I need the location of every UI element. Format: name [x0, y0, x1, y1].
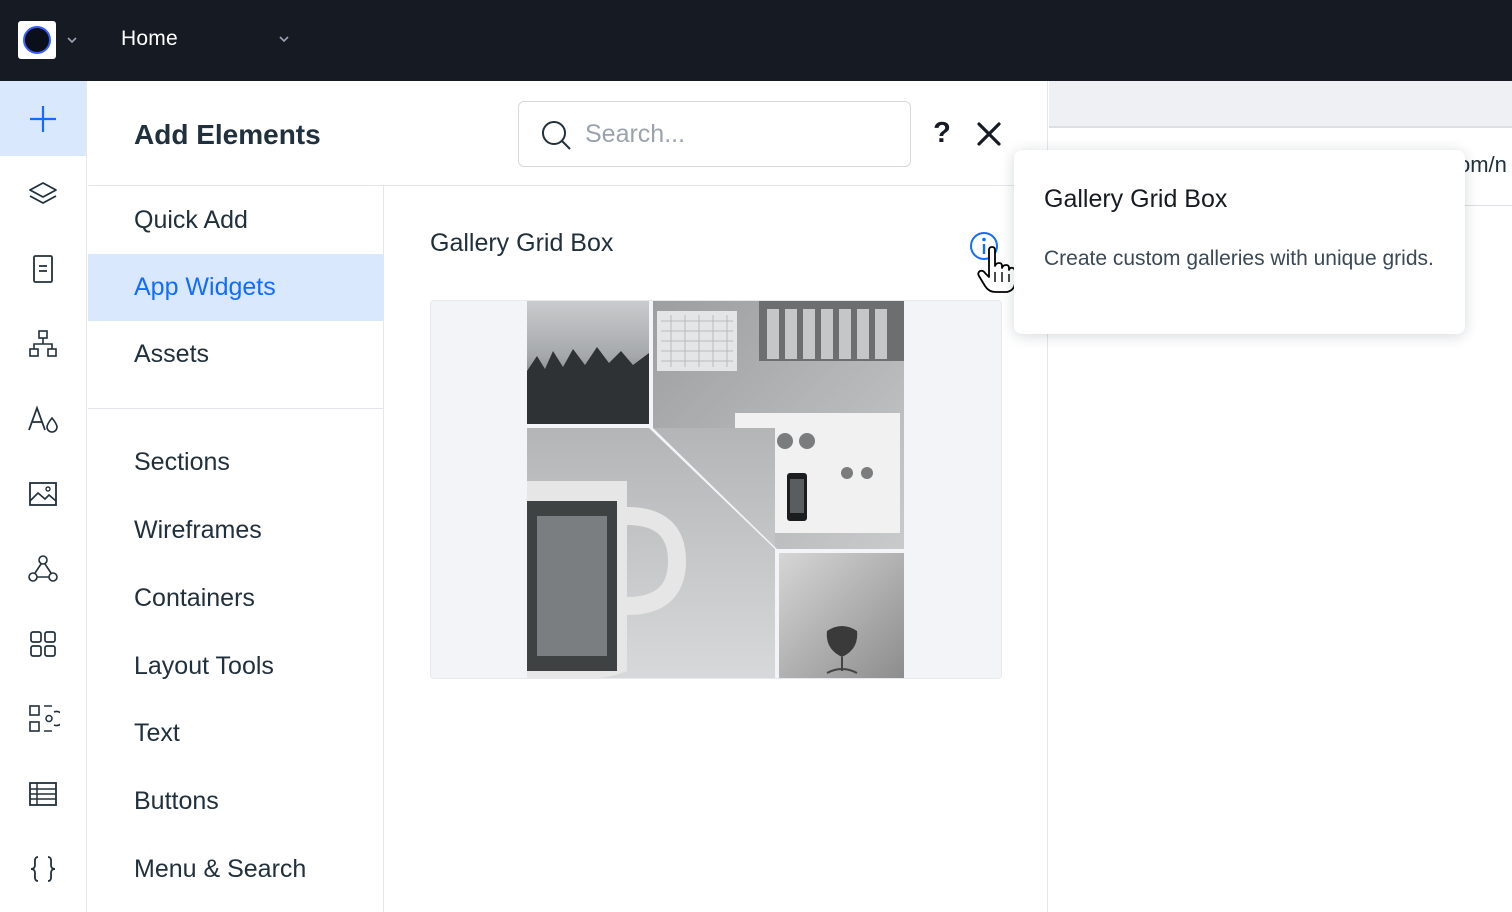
cms-button[interactable]	[0, 756, 86, 831]
top-bar: Home	[0, 0, 1512, 81]
layers-icon	[29, 181, 57, 204]
code-braces-icon	[30, 855, 56, 882]
chevron-down-icon[interactable]	[64, 32, 80, 48]
category-wireframes[interactable]: Wireframes	[88, 497, 384, 564]
integrations-button[interactable]	[0, 531, 86, 606]
business-apps-icon	[29, 704, 60, 732]
site-structure-button[interactable]	[0, 306, 86, 381]
category-text[interactable]: Text	[88, 700, 384, 767]
canvas-url-fragment: om/n	[1458, 152, 1507, 177]
app-market-grid-icon	[30, 630, 56, 657]
search-input[interactable]	[585, 114, 895, 154]
apps-integrations-icon	[28, 554, 58, 582]
category-assets[interactable]: Assets	[88, 321, 384, 388]
pages-button[interactable]	[0, 231, 86, 306]
category-app-widgets[interactable]: App Widgets	[88, 254, 384, 321]
gallery-collage-image	[527, 301, 904, 678]
left-tool-rail	[0, 81, 87, 912]
app-market-button[interactable]	[0, 606, 86, 681]
add-elements-button[interactable]	[0, 81, 86, 156]
panel-title: Add Elements	[134, 119, 321, 150]
media-button[interactable]	[0, 456, 86, 531]
close-icon[interactable]	[974, 119, 1004, 149]
category-nav: Quick Add App Widgets Assets Sections Wi…	[88, 186, 384, 912]
theme-text-button[interactable]	[0, 381, 86, 456]
widget-info-tooltip: Gallery Grid Box Create custom galleries…	[1014, 150, 1465, 334]
pages-icon	[33, 254, 53, 283]
category-menu-search[interactable]: Menu & Search	[88, 836, 384, 903]
business-apps-button[interactable]	[0, 681, 86, 756]
category-divider	[88, 408, 384, 409]
page-selector-label[interactable]: Home	[121, 27, 178, 51]
site-logo-icon[interactable]	[18, 21, 56, 59]
widget-content-area: Gallery Grid Box	[385, 186, 1048, 912]
help-button[interactable]: ?	[928, 115, 956, 151]
chevron-down-icon[interactable]	[276, 31, 292, 47]
tooltip-description: Create custom galleries with unique grid…	[1044, 247, 1434, 270]
add-plus-icon	[30, 105, 56, 132]
site-structure-icon	[29, 329, 57, 357]
category-containers[interactable]: Containers	[88, 565, 384, 632]
layers-button[interactable]	[0, 156, 86, 231]
widget-title: Gallery Grid Box	[430, 229, 614, 257]
tooltip-title: Gallery Grid Box	[1044, 185, 1228, 213]
category-buttons[interactable]: Buttons	[88, 768, 384, 835]
search-icon	[542, 121, 571, 150]
category-layout-tools[interactable]: Layout Tools	[88, 633, 384, 700]
search-box[interactable]	[518, 101, 911, 167]
add-elements-panel: Add Elements ? Quick Add App Widgets Ass…	[88, 81, 1048, 912]
dev-mode-button[interactable]	[0, 831, 86, 906]
gallery-grid-box-preview[interactable]	[430, 300, 1002, 679]
category-quick-add[interactable]: Quick Add	[88, 187, 384, 254]
theme-text-icon	[28, 404, 58, 433]
category-sections[interactable]: Sections	[88, 429, 384, 496]
info-icon[interactable]	[968, 230, 1000, 262]
cms-table-icon	[29, 781, 57, 806]
canvas-top-strip	[1049, 81, 1512, 126]
media-image-icon	[29, 481, 57, 506]
